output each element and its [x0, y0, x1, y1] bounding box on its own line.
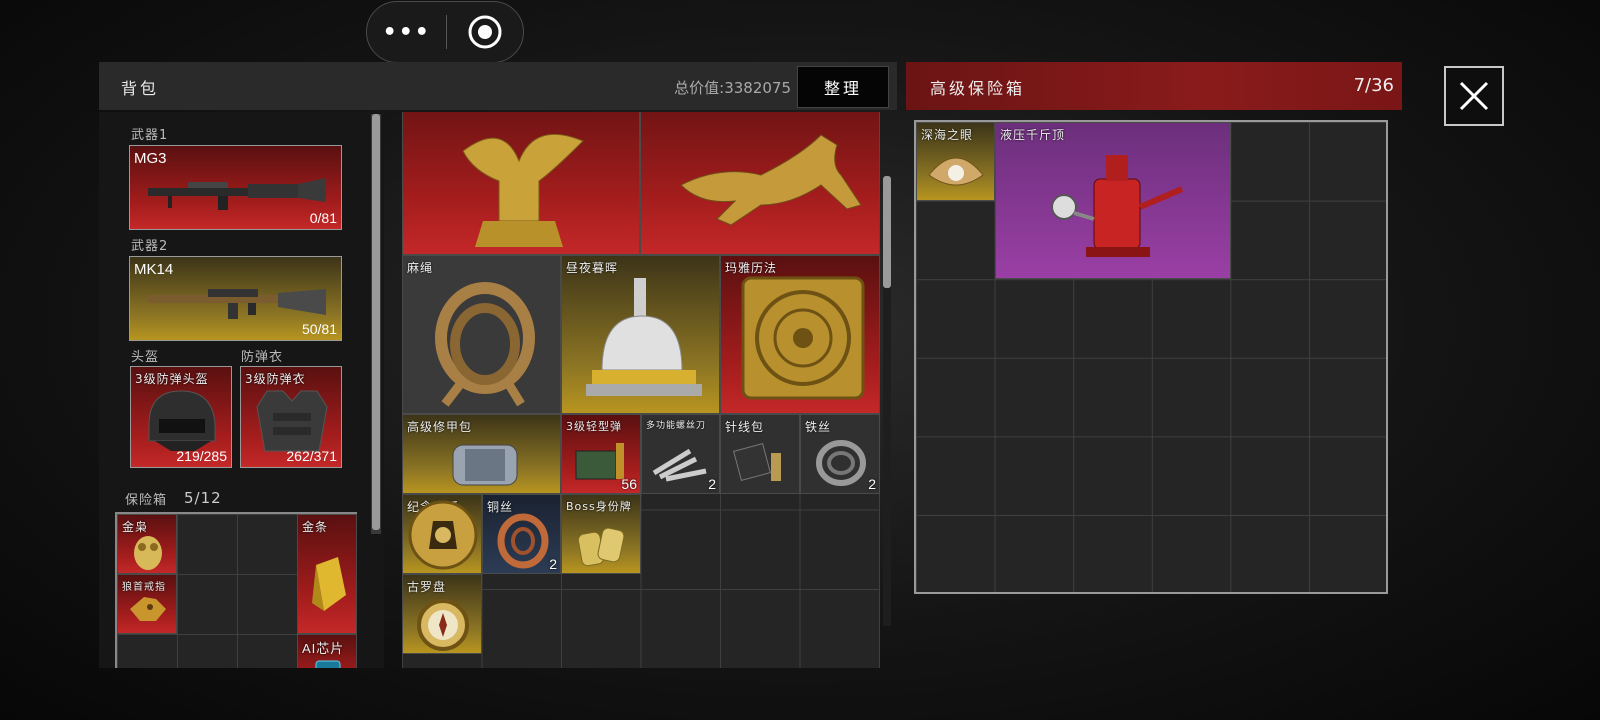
wire-coil-icon — [816, 440, 866, 486]
equipment-scroll-thumb[interactable] — [372, 114, 380, 530]
more-dots-icon[interactable]: ••• — [367, 20, 446, 45]
weapon2-slot[interactable]: MK14 50/81 — [129, 256, 342, 341]
bag-item[interactable] — [402, 112, 640, 255]
backpack-grid-inner: 麻绳 昼夜暮晖 玛雅历法 高级修甲包 3级轻型弹 56 多功能螺丝刀 2 针线包… — [402, 112, 880, 668]
total-value: 总价值:3382075 — [674, 77, 791, 98]
copper-wire-icon — [497, 513, 549, 569]
bag-item[interactable]: 3级轻型弹 56 — [561, 414, 641, 494]
ai-chip-icon — [315, 660, 341, 668]
safebox-item[interactable]: 金条 — [297, 514, 357, 634]
equipment-panel: 武器1 MG3 0/81 武器2 MK14 50/81 头盔 防弹衣 3级防弹头… — [99, 112, 384, 668]
bag-item[interactable]: 铜丝 2 — [482, 494, 561, 574]
backpack-header: 背包 总价值:3382075 整理 — [99, 62, 897, 110]
ammo-box-icon — [575, 443, 624, 480]
close-button[interactable] — [1444, 66, 1504, 126]
item-count: 56 — [621, 476, 637, 492]
helmet-durability: 219/285 — [176, 448, 227, 464]
bag-item[interactable]: 铁丝 2 — [800, 414, 880, 494]
armor-slot-label: 防弹衣 — [241, 350, 284, 365]
golden-horse-statue-icon — [680, 134, 862, 226]
item-name: 麻绳 — [407, 261, 434, 275]
pearl-shell-icon — [928, 157, 984, 186]
safebox-grid[interactable]: 金枭 金条 狼首戒指 AI芯片 — [115, 512, 357, 668]
safe-item[interactable]: 液压千斤顶 — [995, 122, 1231, 279]
bag-item[interactable] — [640, 112, 880, 255]
dog-tags-icon — [577, 527, 625, 567]
golden-eagle-statue-icon — [462, 133, 584, 247]
golden-owl-icon — [134, 536, 162, 570]
desk-lamp-icon — [586, 278, 702, 396]
machine-gun-icon — [148, 178, 326, 210]
advanced-safe-title: 高级保险箱 — [930, 79, 1026, 98]
item-name: 多功能螺丝刀 — [646, 421, 707, 431]
maya-calendar-icon — [741, 276, 865, 400]
backpack-scroll-thumb[interactable] — [883, 176, 891, 288]
item-name: 玛雅历法 — [725, 261, 778, 275]
weapon2-ammo: 50/81 — [301, 321, 337, 337]
helmet-icon — [148, 390, 216, 451]
gold-bar-icon — [312, 557, 346, 611]
item-count: 2 — [868, 476, 876, 492]
bag-item[interactable]: Boss身份牌 — [561, 494, 641, 574]
weapon1-ammo: 0/81 — [309, 210, 337, 226]
item-name: 液压千斤顶 — [1000, 128, 1066, 142]
item-name: Boss身份牌 — [566, 500, 632, 513]
item-name: 针线包 — [725, 420, 765, 434]
weapon2-name: MK14 — [134, 261, 174, 278]
bag-item[interactable]: 针线包 — [720, 414, 800, 494]
helmet-slot-label: 头盔 — [131, 350, 160, 365]
pharaoh-coin-icon — [408, 500, 478, 570]
item-count: 2 — [708, 476, 716, 492]
armor-slot[interactable]: 3级防弹衣 262/371 — [240, 366, 342, 468]
bag-item[interactable]: 麻绳 — [402, 255, 561, 414]
helmet-slot[interactable]: 3级防弹头盔 219/285 — [130, 366, 232, 468]
item-name: 铁丝 — [805, 420, 832, 434]
bag-item[interactable]: 玛雅历法 — [720, 255, 880, 414]
weapon1-slot[interactable]: MG3 0/81 — [129, 145, 342, 230]
mini-program-capsule: ••• — [366, 1, 524, 63]
item-name: 金条 — [302, 520, 329, 534]
multitool-icon — [652, 448, 707, 482]
item-name: 深海之眼 — [921, 128, 974, 142]
item-name: 高级修甲包 — [407, 420, 473, 434]
hydraulic-jack-icon — [1051, 155, 1184, 257]
wolf-ring-icon — [130, 597, 166, 621]
weapon1-slot-label: 武器1 — [131, 128, 169, 143]
armor-durability: 262/371 — [286, 448, 337, 464]
backpack-scrollbar[interactable] — [883, 176, 891, 626]
sort-button[interactable]: 整理 — [797, 66, 889, 108]
bag-item[interactable]: 纪念金币 — [402, 494, 482, 574]
safe-item[interactable]: 深海之眼 — [916, 122, 995, 201]
advanced-safe-grid[interactable]: 深海之眼 液压千斤顶 — [914, 120, 1388, 594]
bag-item[interactable]: 古罗盘 — [402, 574, 482, 654]
advanced-safe-header: 高级保险箱 7/36 — [906, 62, 1402, 110]
total-value-label: 总价值: — [674, 79, 725, 97]
bag-item[interactable]: 昼夜暮晖 — [561, 255, 720, 414]
close-icon — [1459, 81, 1489, 111]
sewing-kit-icon — [733, 443, 781, 481]
equipment-scrollbar[interactable] — [371, 114, 381, 534]
rope-icon — [435, 282, 535, 407]
item-name: AI芯片 — [302, 641, 345, 656]
safebox-label: 保险箱 — [125, 493, 168, 508]
item-count: 2 — [549, 556, 557, 572]
weapon1-name: MG3 — [134, 150, 167, 167]
backpack-title: 背包 — [121, 79, 160, 98]
armor-repair-kit-icon — [452, 444, 518, 486]
vest-icon — [256, 390, 328, 452]
safebox-count: 5/12 — [184, 489, 222, 507]
item-name: 3级轻型弹 — [566, 420, 622, 433]
rifle-icon — [148, 289, 326, 319]
weapon2-slot-label: 武器2 — [131, 239, 169, 254]
safebox-item[interactable]: 金枭 — [117, 514, 177, 574]
record-target-icon[interactable] — [447, 14, 523, 50]
backpack-grid[interactable]: 麻绳 昼夜暮晖 玛雅历法 高级修甲包 3级轻型弹 56 多功能螺丝刀 2 针线包… — [402, 112, 880, 668]
safebox-item[interactable]: 狼首戒指 — [117, 574, 177, 634]
bag-item[interactable]: 多功能螺丝刀 2 — [641, 414, 720, 494]
advanced-safe-count: 7/36 — [1353, 75, 1394, 96]
bag-item[interactable]: 高级修甲包 — [402, 414, 561, 494]
compass-icon — [417, 599, 469, 651]
safebox-item[interactable]: AI芯片 — [297, 634, 357, 668]
total-value-amount: 3382075 — [724, 79, 791, 97]
